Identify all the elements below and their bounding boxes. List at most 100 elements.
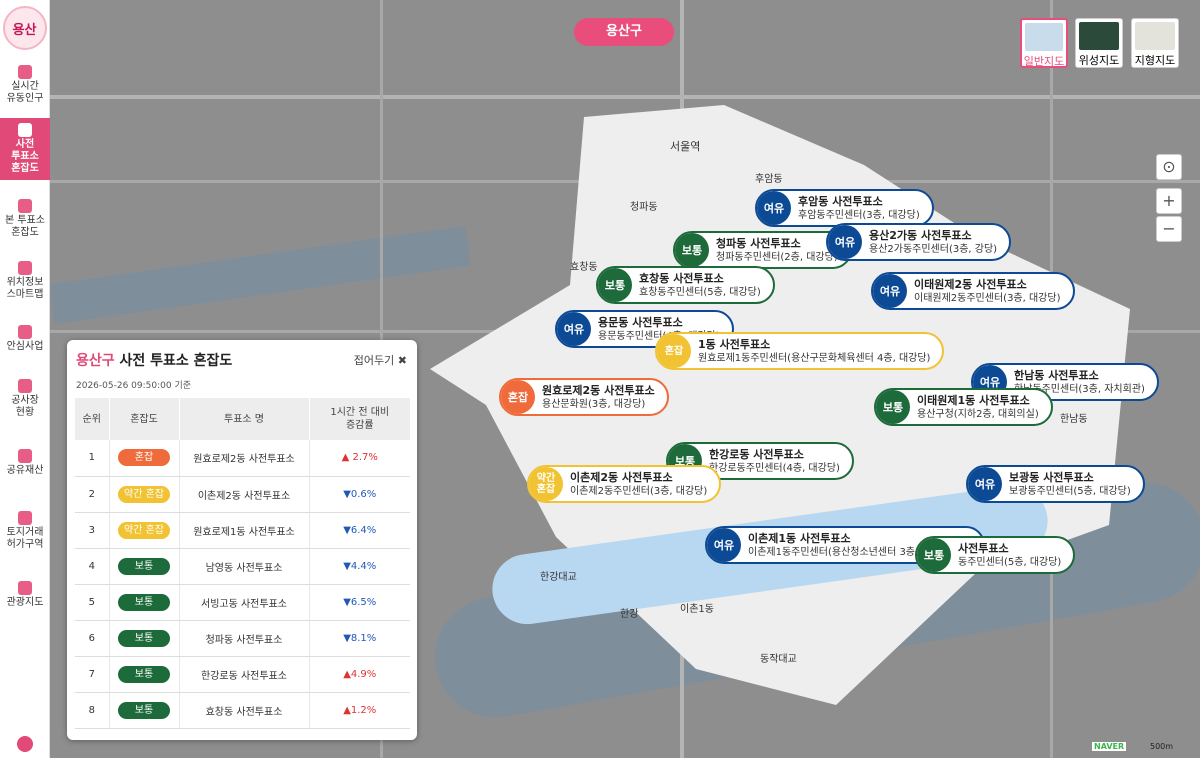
region-badge[interactable]: 용산구 [574, 18, 674, 46]
zoom-out-icon[interactable]: − [1156, 216, 1182, 242]
polling-place-marker[interactable]: 약간 혼잡 이촌제2동 사전투표소 이촌제2동주민센터(3층, 대강당) [527, 465, 722, 503]
change-rate: ▲ 2.7% [308, 440, 410, 477]
table-row[interactable]: 5 보통 서빙고동 사전투표소 ▼6.5% [75, 584, 410, 621]
sidebar-item[interactable]: 본 투표소 혼잡도 [0, 194, 50, 244]
polling-place-marker[interactable]: 여유 후암동 사전투표소 후암동주민센터(3층, 대강당) [755, 189, 934, 227]
marker-place: 용산2가동주민센터(3층, 강당) [869, 243, 998, 255]
level-cell: 약간 혼잡 [108, 476, 179, 513]
marker-place: 원효로제1동주민센터(용산구문화체육센터 4층, 대강당) [698, 352, 931, 364]
logo[interactable]: 용산 [2, 6, 47, 50]
rank: 8 [75, 692, 109, 729]
status-badge: 보통 [118, 593, 170, 611]
marker-name: 후암동 사전투표소 [798, 194, 883, 208]
col-header: 투표소 명 [178, 398, 309, 440]
status-badge: 혼잡 [657, 334, 691, 368]
table-row[interactable]: 4 보통 남영동 사전투표소 ▼4.4% [75, 548, 410, 585]
place-name: 원효로제2동 사전투표소 [178, 440, 309, 477]
marker-name: 이태원제1동 사전투표소 [917, 393, 1030, 407]
sidebar-item[interactable]: 실시간 유동인구 [0, 60, 50, 110]
status-badge: 혼잡 [501, 380, 535, 414]
status-badge: 보통 [118, 701, 170, 719]
place-name: 이촌제2동 사전투표소 [178, 476, 309, 513]
polling-place-marker[interactable]: 보통 청파동 사전투표소 청파동주민센터(2층, 대강당) [673, 231, 852, 269]
table-row[interactable]: 6 보통 청파동 사전투표소 ▼8.1% [75, 620, 410, 657]
sidebar-item[interactable]: 공유재산 [0, 444, 50, 482]
zoom-in-icon[interactable]: + [1156, 188, 1182, 214]
marker-name: 한남동 사전투표소 [1014, 368, 1099, 382]
status-badge: 보통 [118, 557, 170, 575]
marker-name: 사전투표소 [958, 541, 1009, 555]
user-icon[interactable] [17, 736, 33, 752]
rank: 2 [75, 476, 109, 513]
rank: 3 [75, 512, 109, 549]
map-type-satellite[interactable]: 위성지도 [1075, 18, 1123, 68]
sidebar-item[interactable]: 사전 투표소 혼잡도 [0, 118, 50, 180]
marker-name: 원효로제2동 사전투표소 [542, 383, 655, 397]
marker-place: 효창동주민센터(5층, 대강당) [639, 286, 761, 298]
place-name: 남영동 사전투표소 [178, 548, 309, 585]
map-type-label: 일반지도 [1023, 55, 1065, 68]
polling-place-marker[interactable]: 혼잡 1동 사전투표소 원효로제1동주민센터(용산구문화체육센터 4층, 대강당) [655, 332, 945, 370]
building-icon [18, 449, 32, 463]
table-row[interactable]: 8 보통 효창동 사전투표소 ▲1.2% [75, 692, 410, 729]
sidebar-item[interactable]: 위치정보 스마트맵 [0, 256, 50, 306]
map-label: 서울역 [670, 140, 701, 153]
marker-name: 한강로동 사전투표소 [709, 447, 804, 461]
map-type-label: 지형지도 [1134, 54, 1176, 67]
rank: 7 [75, 656, 109, 693]
sidebar-item-label: 실시간 유동인구 [6, 81, 44, 104]
map-label: 청파동 [630, 202, 658, 213]
sidebar-item[interactable]: 관광지도 [0, 576, 50, 614]
table-row[interactable]: 2 약간 혼잡 이촌제2동 사전투표소 ▼0.6% [75, 476, 410, 513]
status-badge: 여유 [757, 191, 791, 225]
polling-place-marker[interactable]: 보통 사전투표소 동주민센터(5층, 대강당) [915, 536, 1076, 574]
sidebar-item-label: 안심사업 [6, 341, 44, 352]
map-type-terrain[interactable]: 지형지도 [1131, 18, 1179, 68]
sidebar-item[interactable]: 공사장 현황 [0, 374, 50, 424]
marker-place: 동주민센터(5층, 대강당) [958, 556, 1062, 568]
polling-place-marker[interactable]: 여유 용산2가동 사전투표소 용산2가동주민센터(3층, 강당) [826, 223, 1012, 261]
change-rate: ▼0.6% [308, 476, 410, 513]
col-header: 1시간 전 대비 증감률 [308, 398, 410, 440]
polling-place-marker[interactable]: 보통 이태원제1동 사전투표소 용산구청(지하2층, 대회의실) [874, 388, 1053, 426]
sidebar: 용산 실시간 유동인구사전 투표소 혼잡도본 투표소 혼잡도위치정보 스마트맵안… [0, 0, 50, 758]
rank: 6 [75, 620, 109, 657]
status-badge: 보통 [118, 629, 170, 647]
change-rate: ▼6.5% [308, 584, 410, 621]
table-row[interactable]: 7 보통 한강로동 사전투표소 ▲4.9% [75, 656, 410, 693]
collapse-button[interactable]: 접어두기 ✖ [354, 352, 407, 368]
marker-name: 보광동 사전투표소 [1009, 470, 1094, 484]
polling-place-marker[interactable]: 혼잡 원효로제2동 사전투표소 용산문화원(3층, 대강당) [499, 378, 669, 416]
table-row[interactable]: 1 혼잡 원효로제2동 사전투표소 ▲ 2.7% [75, 440, 410, 477]
person-icon [18, 325, 32, 339]
map-type-normal[interactable]: 일반지도 [1020, 18, 1068, 68]
place-name: 청파동 사전투표소 [178, 620, 309, 657]
sidebar-item[interactable]: 토지거래 허가구역 [0, 506, 50, 556]
sidebar-item-label: 관광지도 [6, 597, 44, 608]
table-row[interactable]: 3 약간 혼잡 원효로제1동 사전투표소 ▼6.4% [75, 512, 410, 549]
sidebar-item[interactable]: 안심사업 [0, 320, 50, 358]
panel-title: 용산구 사전 투표소 혼잡도 [76, 353, 233, 369]
locate-icon[interactable]: ⊙ [1156, 154, 1182, 180]
rank: 1 [75, 440, 109, 477]
marker-place: 용산문화원(3층, 대강당) [542, 398, 646, 410]
polling-place-marker[interactable]: 보통 효창동 사전투표소 효창동주민센터(5층, 대강당) [596, 266, 775, 304]
change-rate: ▼8.1% [308, 620, 410, 657]
col-header: 순위 [75, 398, 109, 440]
status-badge: 여유 [707, 528, 741, 562]
change-rate: ▼6.4% [308, 512, 410, 549]
construction-icon [18, 379, 32, 393]
map-label: 한강대교 [540, 572, 577, 583]
marker-name: 효창동 사전투표소 [639, 271, 724, 285]
rank: 4 [75, 548, 109, 585]
map-label: 효창동 [570, 262, 598, 273]
polling-place-marker[interactable]: 여유 보광동 사전투표소 보광동주민센터(5층, 대강당) [966, 465, 1145, 503]
chart-icon [18, 65, 32, 79]
marker-name: 용산2가동 사전투표소 [869, 228, 972, 242]
place-name: 서빙고동 사전투표소 [178, 584, 309, 621]
status-badge: 보통 [598, 268, 632, 302]
polling-place-marker[interactable]: 여유 이태원제2동 사전투표소 이태원제2동주민센터(3층, 대강당) [871, 272, 1075, 310]
map-type-label: 위성지도 [1078, 54, 1120, 67]
ballot-icon [18, 123, 32, 137]
status-badge: 여유 [873, 274, 907, 308]
